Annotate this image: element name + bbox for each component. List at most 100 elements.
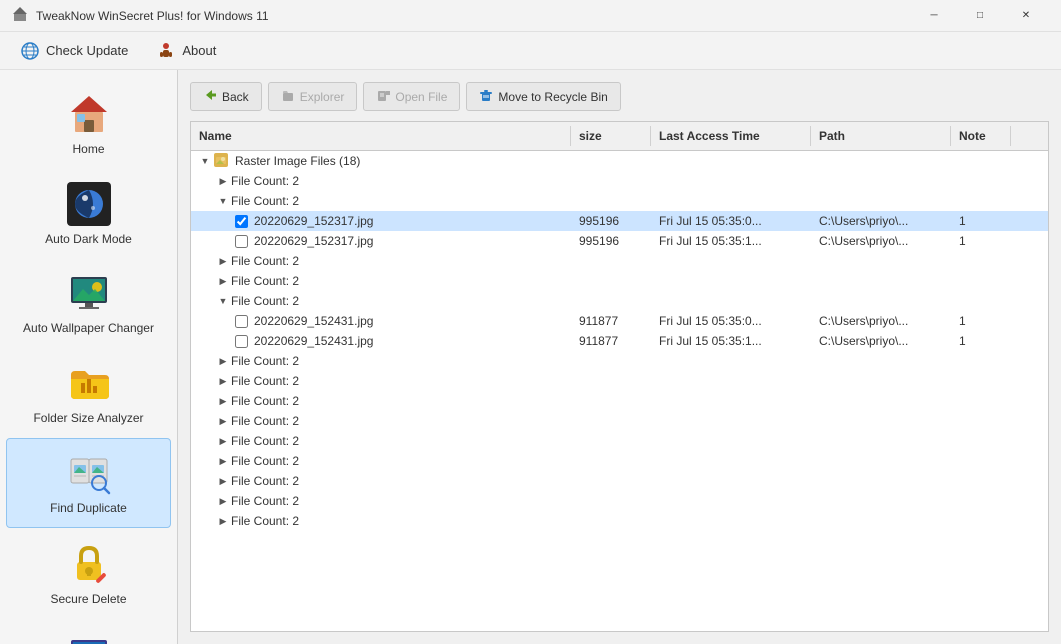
file-checkbox[interactable]: [235, 235, 248, 248]
table-row[interactable]: 20220629_152431.jpg 911877 Fri Jul 15 05…: [191, 311, 1048, 331]
sidebar-item-auto-dark[interactable]: Auto Dark Mode: [6, 170, 171, 258]
group-access: [655, 300, 815, 302]
sidebar: Home Auto Dark Mode: [0, 70, 178, 644]
about-menu-item[interactable]: About: [144, 36, 228, 66]
group-size: [575, 200, 655, 202]
expand-icon: ▶: [217, 175, 229, 187]
group-path: [815, 200, 955, 202]
table-row[interactable]: ▶ File Count: 2: [191, 431, 1048, 451]
table-row[interactable]: 20220629_152317.jpg 995196 Fri Jul 15 05…: [191, 231, 1048, 251]
file-name: 20220629_152431.jpg: [254, 334, 373, 348]
table-row[interactable]: 20220629_152317.jpg 995196 Fri Jul 15 05…: [191, 211, 1048, 231]
file-path: C:\Users\priyo\...: [815, 313, 955, 329]
group-label: File Count: 2: [231, 414, 299, 428]
group-label: File Count: 2: [231, 174, 299, 188]
group-size: [575, 420, 655, 422]
group-path: [815, 180, 955, 182]
check-update-menu-item[interactable]: Check Update: [8, 36, 140, 66]
group-access: [655, 400, 815, 402]
folder-size-label: Folder Size Analyzer: [33, 411, 143, 427]
explorer-button[interactable]: Explorer: [268, 82, 358, 111]
expand-icon: ▶: [217, 495, 229, 507]
move-to-recycle-button[interactable]: Move to Recycle Bin: [466, 82, 620, 111]
expand-icon: ▶: [217, 515, 229, 527]
minimize-button[interactable]: ─: [911, 0, 957, 32]
group-note: [955, 300, 1015, 302]
file-checkbox[interactable]: [235, 215, 248, 228]
expand-icon: ▶: [217, 455, 229, 467]
wallpaper-icon: [65, 269, 113, 317]
sidebar-item-folder-size[interactable]: Folder Size Analyzer: [6, 349, 171, 437]
check-update-icon: [20, 41, 40, 61]
table-row[interactable]: ▶ File Count: 2: [191, 351, 1048, 371]
group-path: [815, 380, 955, 382]
group-label: File Count: 2: [231, 434, 299, 448]
expand-icon: ▼: [217, 295, 229, 307]
group-path: [815, 360, 955, 362]
col-note: Note: [951, 126, 1011, 146]
secure-delete-icon: [65, 540, 113, 588]
file-list-header: Name size Last Access Time Path Note: [191, 122, 1048, 151]
table-row[interactable]: 20220629_152431.jpg 911877 Fri Jul 15 05…: [191, 331, 1048, 351]
table-row[interactable]: ▶ File Count: 2: [191, 411, 1048, 431]
col-path: Path: [811, 126, 951, 146]
file-path: C:\Users\priyo\...: [815, 213, 955, 229]
table-row[interactable]: ▶ File Count: 2: [191, 251, 1048, 271]
file-last-access: Fri Jul 15 05:35:1...: [655, 333, 815, 349]
sidebar-item-home[interactable]: Home: [6, 80, 171, 168]
explorer-icon: [281, 88, 295, 105]
table-row[interactable]: ▶ File Count: 2: [191, 271, 1048, 291]
col-name: Name: [191, 126, 571, 146]
expand-icon: ▶: [217, 415, 229, 427]
explorer-label: Explorer: [300, 90, 345, 104]
content-area: Back Explorer: [178, 70, 1061, 644]
file-checkbox[interactable]: [235, 335, 248, 348]
close-button[interactable]: ✕: [1003, 0, 1049, 32]
about-icon: [156, 41, 176, 61]
table-row[interactable]: ▼ File Count: 2: [191, 291, 1048, 311]
group-size: [575, 380, 655, 382]
file-note: 1: [955, 233, 1015, 249]
table-row[interactable]: ▶ File Count: 2: [191, 371, 1048, 391]
folder-size-icon: [65, 359, 113, 407]
file-note: 1: [955, 333, 1015, 349]
file-path: C:\Users\priyo\...: [815, 233, 955, 249]
table-row[interactable]: ▶ File Count: 2: [191, 491, 1048, 511]
collapse-icon: ▼: [199, 155, 211, 167]
maximize-button[interactable]: □: [957, 0, 1003, 32]
find-duplicate-label: Find Duplicate: [50, 501, 127, 517]
sidebar-item-find-duplicate[interactable]: Find Duplicate: [6, 438, 171, 528]
group-access: [655, 420, 815, 422]
auto-dark-icon: [65, 180, 113, 228]
move-to-recycle-label: Move to Recycle Bin: [498, 90, 607, 104]
table-row[interactable]: ▶ File Count: 2: [191, 471, 1048, 491]
group-size: [575, 280, 655, 282]
group-access: [655, 520, 815, 522]
open-file-label: Open File: [395, 90, 447, 104]
file-list-container: Name size Last Access Time Path Note ▼ R…: [190, 121, 1049, 632]
table-row[interactable]: ▼ File Count: 2: [191, 191, 1048, 211]
group-path: [815, 420, 955, 422]
open-file-button[interactable]: Open File: [363, 82, 460, 111]
group-path: [815, 260, 955, 262]
group-label: File Count: 2: [231, 474, 299, 488]
table-row[interactable]: ▶ File Count: 2: [191, 171, 1048, 191]
sidebar-item-screen[interactable]: [6, 620, 171, 644]
file-note: 1: [955, 313, 1015, 329]
back-button[interactable]: Back: [190, 82, 262, 111]
table-row[interactable]: ▶ File Count: 2: [191, 391, 1048, 411]
sidebar-item-secure-delete[interactable]: Secure Delete: [6, 530, 171, 618]
file-path: C:\Users\priyo\...: [815, 333, 955, 349]
file-last-access: Fri Jul 15 05:35:0...: [655, 213, 815, 229]
file-checkbox[interactable]: [235, 315, 248, 328]
expand-icon: ▶: [217, 435, 229, 447]
table-row[interactable]: ▼ Raster Image Files (18): [191, 151, 1048, 171]
sidebar-item-auto-wallpaper[interactable]: Auto Wallpaper Changer: [6, 259, 171, 347]
table-row[interactable]: ▶ File Count: 2: [191, 511, 1048, 531]
menubar: Check Update About: [0, 32, 1061, 70]
secure-delete-label: Secure Delete: [50, 592, 126, 608]
auto-dark-label: Auto Dark Mode: [45, 232, 132, 248]
about-label: About: [182, 43, 216, 58]
file-list-body: ▼ Raster Image Files (18) ▶ File Count: …: [191, 151, 1048, 631]
table-row[interactable]: ▶ File Count: 2: [191, 451, 1048, 471]
